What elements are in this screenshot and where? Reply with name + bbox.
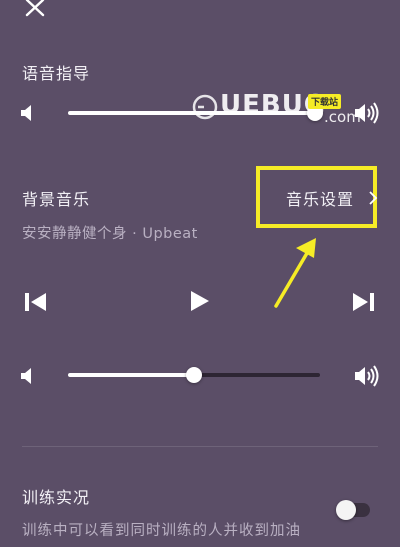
music-volume-low-icon: [20, 367, 36, 389]
music-volume-fill: [68, 373, 194, 377]
watermark-suffix: .com: [324, 108, 361, 126]
voice-guide-label: 语音指导: [22, 64, 91, 83]
next-track-button[interactable]: [351, 291, 375, 317]
music-volume-knob[interactable]: [186, 367, 202, 383]
training-live-label: 训练实况: [22, 488, 91, 507]
watermark-icon: [192, 94, 218, 120]
skip-previous-icon: [25, 293, 46, 311]
current-track-name: 安安静静健个身 · Upbeat: [22, 226, 198, 242]
play-icon: [191, 291, 209, 311]
music-volume-high-icon: [354, 364, 380, 392]
training-live-description: 训练中可以看到同时训练的人并收到加油: [22, 523, 301, 539]
music-settings-label: 音乐设置: [286, 190, 355, 209]
training-live-toggle[interactable]: [336, 500, 370, 520]
close-icon: [25, 0, 45, 17]
play-button[interactable]: [189, 289, 211, 317]
close-button[interactable]: [22, 0, 48, 22]
music-volume-slider[interactable]: [68, 367, 320, 383]
toggle-track: [336, 500, 370, 520]
skip-next-icon: [353, 293, 374, 311]
toggle-knob: [336, 500, 356, 520]
music-settings-button[interactable]: 音乐设置: [286, 186, 380, 210]
voice-volume-low-icon: [20, 104, 36, 126]
watermark-badge: 下载站: [308, 94, 342, 109]
section-divider: [22, 446, 378, 447]
previous-track-button[interactable]: [24, 291, 48, 317]
annotation-arrow-icon: [274, 238, 316, 308]
chevron-right-icon: [369, 191, 378, 205]
background-music-label: 背景音乐: [22, 190, 91, 209]
